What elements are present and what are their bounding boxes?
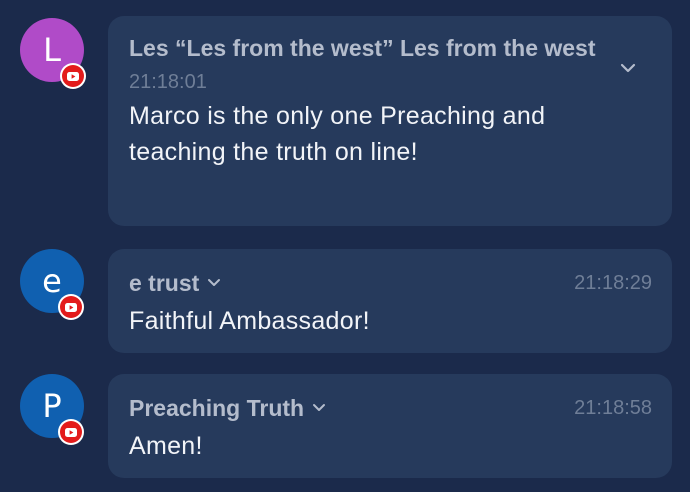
youtube-icon: [60, 63, 86, 89]
chevron-down-icon[interactable]: [620, 60, 636, 78]
message-timestamp: 21:18:58: [574, 396, 652, 419]
author-name[interactable]: Preaching Truth: [129, 390, 304, 427]
avatar-letter: L: [43, 31, 61, 69]
message-card: e trust 21:18:29 Faithful Ambassador!: [108, 249, 672, 353]
message-card: Les “Les from the west” Les from the wes…: [108, 16, 672, 226]
message-timestamp: 21:18:29: [574, 271, 652, 294]
youtube-icon: [58, 419, 84, 445]
chevron-down-icon[interactable]: [207, 274, 221, 292]
message-text: Amen!: [129, 432, 203, 460]
author-name[interactable]: Les “Les from the west” Les from the wes…: [129, 30, 609, 67]
avatar-letter: P: [42, 387, 62, 425]
chevron-down-icon[interactable]: [312, 399, 326, 417]
message-text: Marco is the only one Preaching and teac…: [129, 102, 546, 166]
message-timestamp: 21:18:01: [129, 71, 207, 93]
author-name[interactable]: e trust: [129, 265, 199, 302]
message-text: Faithful Ambassador!: [129, 307, 370, 335]
youtube-icon: [58, 294, 84, 320]
avatar-letter: e: [42, 262, 62, 300]
message-card: Preaching Truth 21:18:58 Amen!: [108, 374, 672, 478]
